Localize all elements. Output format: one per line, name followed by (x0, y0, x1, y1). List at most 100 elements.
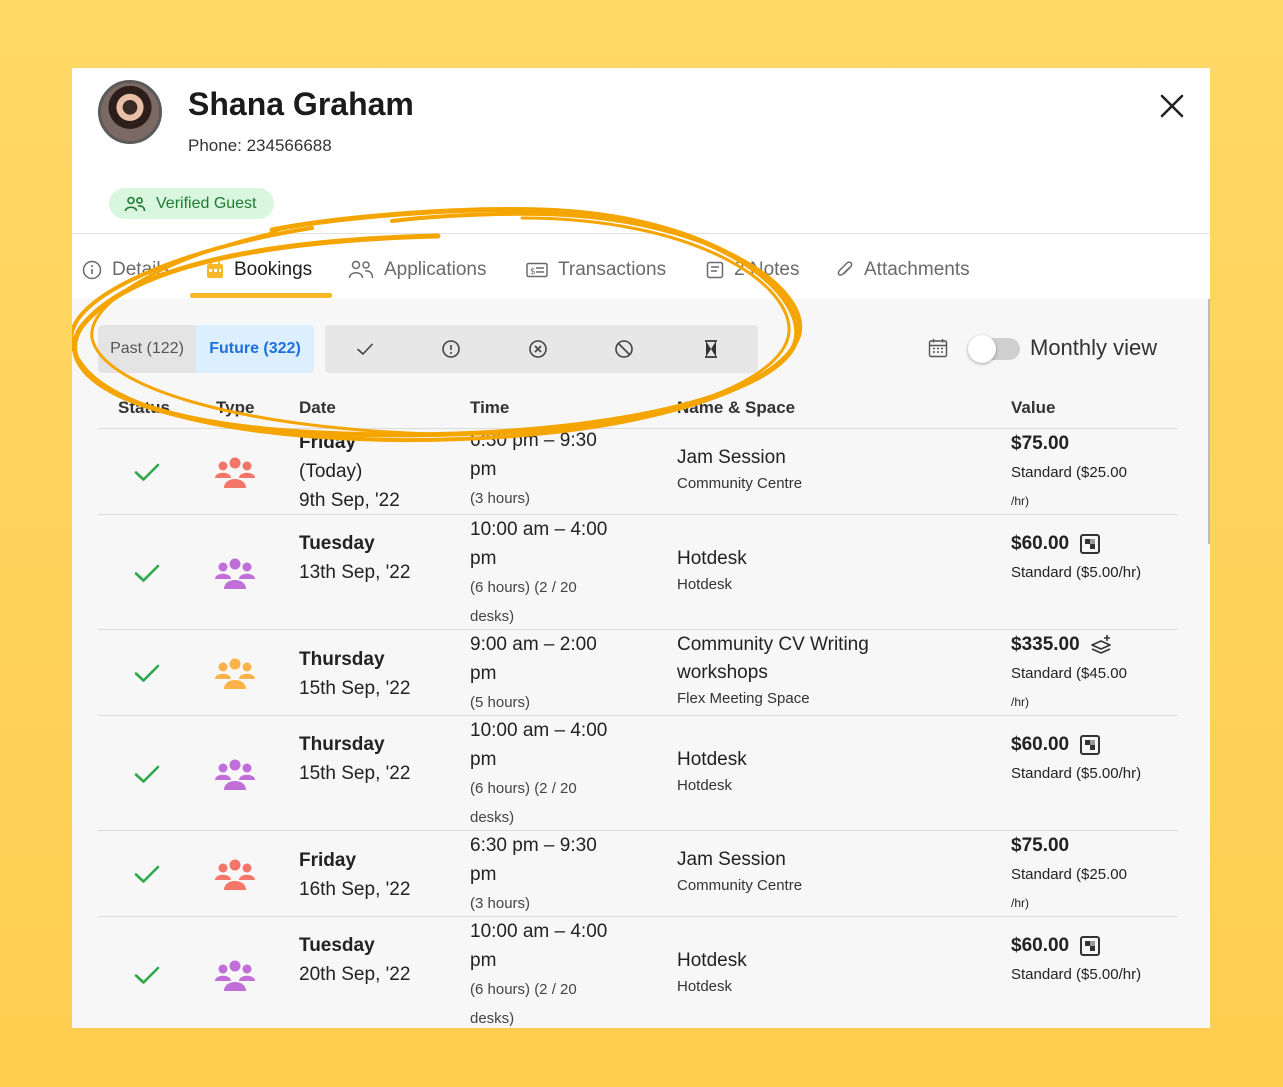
time-range-line: 10:00 am – 4:00 (470, 921, 608, 942)
desk-icon (1080, 533, 1101, 554)
past-filter-button[interactable]: Past (122) (98, 325, 196, 373)
confirmed-check-icon (134, 765, 160, 783)
booking-space: Hotdesk (677, 575, 733, 593)
toggle-knob (968, 335, 996, 363)
tab-label: Details (112, 259, 171, 280)
verified-guest-badge: Verified Guest (109, 188, 274, 219)
time-range-line: 10:00 am – 4:00 (470, 720, 608, 741)
tab-attachments[interactable]: Attachments (836, 244, 970, 296)
time-duration: (5 hours) (470, 694, 531, 711)
booking-date-line: (Today) (299, 461, 363, 482)
tab-transactions[interactable]: $ Transactions (526, 244, 666, 296)
time-range-line: pm (470, 663, 497, 684)
tab-bookings[interactable]: Bookings (206, 244, 312, 296)
rate-line: Standard ($5.00/hr) (1011, 966, 1142, 983)
booking-price: $75.00 (1011, 429, 1181, 458)
booking-price: $75.00 (1011, 831, 1181, 860)
tab-label: Transactions (558, 259, 667, 280)
booking-date: Tuesday 13th Sep, '22 (299, 529, 410, 587)
booking-price: $60.00 (1011, 529, 1181, 558)
receipt-icon: $ (526, 262, 548, 278)
rate-line: /hr) (1011, 494, 1029, 508)
booking-price: $60.00 (1011, 730, 1181, 759)
booking-space: Hotdesk (677, 977, 733, 995)
booking-value: $60.00 Standard ($5.00/hr) (1011, 730, 1181, 788)
booking-day: Friday (299, 432, 357, 453)
confirmed-check-icon (134, 463, 160, 481)
table-row[interactable]: Tuesday 13th Sep, '22 10:00 am – 4:00 pm (6 … (98, 514, 1178, 629)
tab-details[interactable]: Details (82, 244, 170, 296)
ban-icon[interactable] (612, 337, 636, 361)
confirmed-check-icon (134, 664, 160, 682)
paperclip-icon (837, 261, 853, 276)
booking-name: Jam Session (677, 447, 786, 468)
time-range-line: pm (470, 864, 497, 885)
layers-plus-icon (1090, 634, 1111, 654)
table-row[interactable]: Friday 16th Sep, '22 6:30 pm – 9:30 pm (3 ho… (98, 830, 1178, 916)
booking-date-line: 15th Sep, '22 (299, 678, 411, 699)
rate-line: /hr) (1011, 695, 1029, 709)
table-row[interactable]: Friday (Today) 9th Sep, '22 6:30 pm – 9:30 p… (98, 428, 1178, 514)
price-amount: $60.00 (1011, 734, 1070, 755)
hourglass-icon[interactable] (699, 337, 723, 361)
rate-line: Standard ($5.00/hr) (1011, 564, 1142, 581)
price-amount: $60.00 (1011, 935, 1070, 956)
column-header-date: Date (299, 398, 336, 417)
booking-time: 9:00 am – 2:00 pm (5 hours) (470, 630, 630, 717)
time-duration: desks) (470, 1010, 515, 1027)
booking-name-space: Hotdesk Hotdesk (677, 545, 917, 597)
check-icon[interactable] (353, 337, 377, 361)
close-icon[interactable] (1158, 92, 1186, 120)
booking-space: Community Centre (677, 877, 803, 894)
booking-value: $335.00 Standard ($45.00/hr) (1011, 630, 1181, 717)
group-icon (215, 859, 255, 890)
time-range-line: pm (470, 950, 497, 971)
time-range-line: pm (470, 459, 497, 480)
tab-notes[interactable]: 2 Notes (706, 244, 799, 296)
group-icon (215, 960, 255, 991)
column-header-time: Time (470, 398, 510, 417)
table-row[interactable]: Thursday 15th Sep, '22 10:00 am – 4:00 pm (6… (98, 715, 1178, 830)
column-header-type: Type (216, 398, 255, 417)
alert-circle-icon[interactable] (439, 337, 463, 361)
confirmed-check-icon (134, 865, 160, 883)
booking-name-space: Jam Session Community Centre (677, 846, 917, 898)
booking-name: Hotdesk (677, 547, 747, 569)
info-icon (82, 260, 102, 280)
monthly-view-toggle[interactable] (968, 335, 1020, 363)
booking-name-space: Jam Session Community Centre (677, 444, 917, 496)
booking-day: Thursday (299, 734, 385, 755)
rate-line: Standard ($25.00 (1011, 464, 1127, 481)
booking-space: Flex Meeting Space (677, 690, 810, 707)
column-header-name-space: Name & Space (677, 398, 796, 417)
booking-day: Tuesday (299, 533, 375, 554)
table-row[interactable]: Tuesday 20th Sep, '22 10:00 am – 4:00 pm (6 … (98, 916, 1178, 1028)
x-circle-icon[interactable] (526, 337, 550, 361)
booking-price: $335.00 (1011, 630, 1181, 659)
booking-date-line: 20th Sep, '22 (299, 964, 411, 985)
group-icon (215, 558, 255, 589)
booking-name: Hotdesk (677, 748, 747, 770)
table-row[interactable]: Thursday 15th Sep, '22 9:00 am – 2:00 pm (5 … (98, 629, 1178, 715)
column-header-status: Status (118, 398, 170, 417)
time-duration: (6 hours) (2 / 20 (470, 579, 577, 596)
time-duration: desks) (470, 809, 515, 826)
calendar-icon[interactable] (928, 338, 948, 358)
booking-name-space: Community CV Writing workshops Flex Meeti… (677, 631, 917, 711)
group-icon (215, 759, 255, 790)
booking-name-space: Hotdesk Hotdesk (677, 947, 917, 999)
future-filter-button[interactable]: Future (322) (196, 325, 314, 373)
guest-phone: Phone: 234566688 (188, 136, 332, 155)
booking-time: 6:30 pm – 9:30 pm (3 hours) (470, 426, 630, 513)
booking-price: $60.00 (1011, 931, 1181, 960)
booking-value: $75.00 Standard ($25.00/hr) (1011, 831, 1181, 918)
rate-line: Standard ($25.00 (1011, 866, 1127, 883)
tab-label: 2 Notes (734, 259, 800, 280)
users-icon (348, 260, 374, 279)
scrollbar[interactable] (1208, 299, 1210, 544)
time-range-line: 10:00 am – 4:00 (470, 519, 608, 540)
tab-applications[interactable]: Applications (348, 244, 486, 296)
status-filter-group (325, 325, 758, 373)
tab-label: Attachments (864, 259, 970, 280)
users-icon (124, 196, 146, 211)
